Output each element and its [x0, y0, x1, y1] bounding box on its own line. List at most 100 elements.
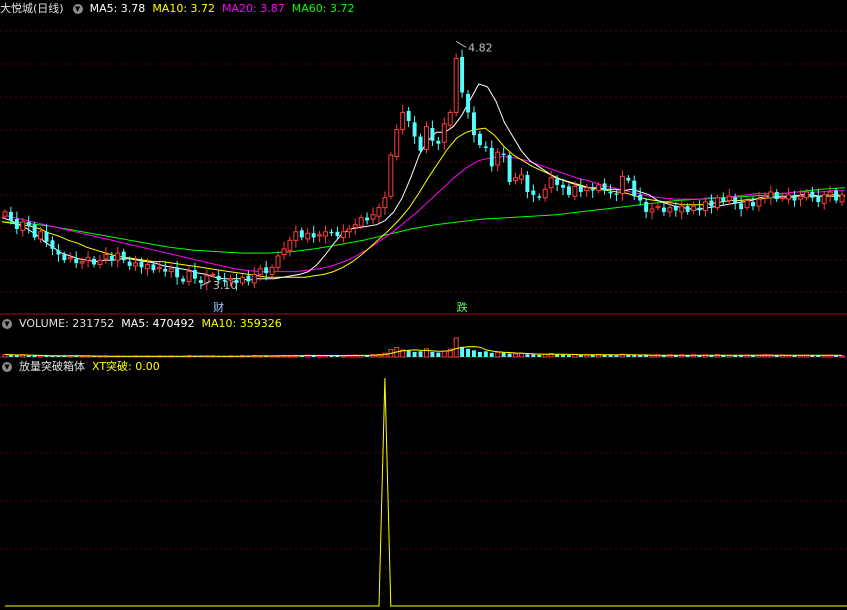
candle-body	[638, 194, 643, 201]
main-chart-header: 大悦城(日线) ▼ MA5: 3.78 MA10: 3.72 MA20: 3.87 MA6…	[0, 0, 361, 18]
volume-bar	[632, 355, 637, 357]
candle-body	[644, 201, 649, 212]
volume-bar	[406, 350, 411, 357]
volume-legend: VOLUME: 231752	[19, 317, 115, 330]
candle-body	[109, 255, 114, 261]
candle-body	[340, 231, 346, 238]
candle-body	[834, 190, 839, 201]
volume-bar	[466, 348, 470, 357]
candle-body	[816, 196, 821, 202]
volume-bar	[430, 351, 435, 357]
candle-body	[198, 280, 203, 283]
candle-body	[436, 140, 441, 144]
candle-body	[441, 123, 447, 143]
volume-bar	[638, 355, 643, 357]
candle-body	[400, 111, 406, 130]
candle-body	[305, 232, 311, 240]
ma10-legend: MA10: 3.72	[152, 2, 216, 15]
indicator-header: ▼ 放量突破箱体 XT突破: 0.00	[0, 358, 167, 376]
volume-bar	[38, 355, 44, 358]
candle-body	[507, 155, 512, 183]
candle-body	[181, 278, 186, 282]
candle-body	[744, 200, 750, 209]
volume-bar	[584, 354, 590, 358]
volume-bar	[471, 350, 476, 357]
chevron-down-icon[interactable]: ▼	[2, 362, 12, 372]
volume-bar	[501, 352, 506, 357]
volume-bar	[566, 355, 571, 357]
event-marker-label: 财	[213, 300, 224, 314]
candle-body	[430, 128, 435, 141]
candle-body	[655, 205, 661, 209]
volume-bar	[489, 352, 494, 357]
candle-body	[447, 111, 453, 126]
candle-body	[424, 126, 429, 150]
candle-body	[709, 200, 714, 207]
volume-bar	[460, 346, 465, 357]
candle-body	[56, 250, 61, 255]
candle-body	[721, 197, 726, 202]
volume-bar	[839, 355, 845, 358]
candle-body	[264, 267, 269, 273]
candle-body	[44, 231, 49, 242]
candle-body	[561, 184, 565, 188]
candle-body	[697, 207, 702, 211]
candle-body	[739, 203, 744, 210]
volume-bar	[555, 354, 560, 357]
candle-body	[382, 197, 388, 209]
candle-body	[566, 186, 571, 195]
volume-bar	[531, 354, 536, 357]
candle-body	[602, 183, 607, 191]
candle-body	[103, 254, 109, 260]
chevron-down-icon[interactable]: ▼	[2, 319, 12, 329]
candle-body	[246, 275, 251, 282]
candle-body	[513, 177, 518, 182]
chevron-down-icon[interactable]: ▼	[72, 4, 83, 14]
candle-body	[323, 231, 329, 237]
candle-body	[239, 276, 245, 284]
candle-body	[85, 256, 91, 261]
candle-body	[626, 177, 631, 181]
ma5-line	[1, 83, 846, 281]
candle-body	[394, 128, 400, 157]
candle-body	[531, 190, 536, 195]
candle-body	[726, 195, 732, 202]
candle-body	[453, 57, 459, 113]
candle-body	[632, 180, 637, 197]
candle-body	[133, 262, 139, 267]
candle-body	[537, 196, 542, 198]
low-price-label: 3.10	[213, 279, 238, 292]
volume-bar	[483, 351, 488, 357]
candle-body	[555, 179, 560, 185]
volume-ma5-legend: MA5: 470492	[121, 317, 195, 330]
volume-bar	[537, 354, 542, 357]
candle-body	[477, 133, 482, 146]
candle-body	[346, 228, 352, 233]
volume-bar	[44, 356, 49, 357]
volume-header: ▼ VOLUME: 231752 MA5: 470492 MA10: 359326	[0, 315, 289, 333]
candle-body	[733, 197, 738, 204]
ma20-legend: MA20: 3.87	[222, 2, 285, 15]
xt-breakout-line	[5, 377, 847, 607]
candle-body	[8, 211, 13, 221]
stock-title: 大悦城(日线)	[0, 2, 64, 15]
candle-body	[127, 261, 132, 266]
candle-body	[358, 217, 364, 227]
candle-body	[121, 251, 126, 261]
candle-body	[163, 268, 168, 272]
candle-body	[74, 258, 79, 264]
volume-bar	[614, 355, 619, 357]
candle-body	[661, 207, 666, 212]
candle-body	[335, 231, 340, 237]
candle-body	[542, 188, 548, 199]
candle-body	[590, 189, 595, 191]
volume-bar	[441, 350, 447, 358]
volume-bar	[418, 351, 423, 357]
volume-bar	[518, 353, 524, 358]
candle-body	[780, 197, 786, 200]
candle-body	[365, 217, 370, 221]
candles	[2, 49, 845, 291]
candle-body	[827, 191, 833, 196]
candle-body	[275, 255, 281, 268]
candle-body	[281, 248, 287, 256]
